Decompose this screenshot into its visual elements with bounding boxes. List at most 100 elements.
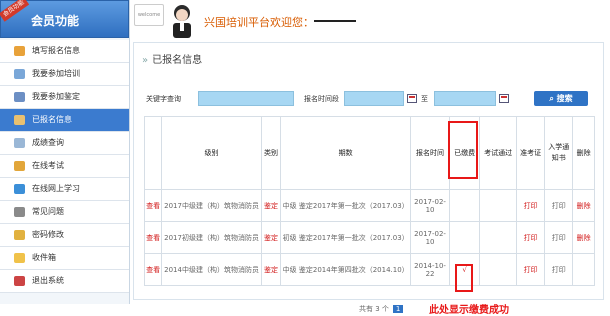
- payment-success-annotation: 此处显示缴费成功: [429, 305, 509, 316]
- col-category: 类别: [260, 116, 282, 190]
- time-cell: 2017-02-10: [410, 189, 451, 222]
- level-cell: 2014中级建（构）筑物消防员: [161, 253, 262, 286]
- sidebar-item-label: 退出系统: [32, 276, 64, 285]
- col-passed: 考试通过: [479, 116, 518, 190]
- welcome-text: 兴国培训平台欢迎您：: [204, 16, 314, 29]
- print-notice-link[interactable]: 打印: [544, 189, 574, 222]
- period-cell: 初级 鉴定2017年第一批次（2017.03）: [280, 221, 412, 254]
- table-row: 查看 2014中级建（构）筑物消防员 鉴定 中级 鉴定2014年第四批次（201…: [143, 253, 595, 286]
- paid-cell-highlight: [455, 264, 473, 292]
- sidebar-title: 会员功能: [31, 14, 80, 28]
- period-cell: 中级 鉴定2017年第一批次（2017.03）: [280, 189, 412, 222]
- level-cell: 2017中级建（构）筑物消防员: [161, 189, 262, 222]
- sidebar-item-join-appraisal[interactable]: 我要参加鉴定: [0, 86, 129, 109]
- delete-link[interactable]: 删除: [572, 189, 595, 222]
- top-bar: welcome 兴国培训平台欢迎您：: [131, 0, 610, 40]
- sidebar-item-inbox[interactable]: 收件箱: [0, 247, 129, 270]
- print-notice-link[interactable]: 打印: [544, 253, 574, 286]
- sidebar-item-label: 我要参加鉴定: [32, 92, 80, 101]
- col-admission-ticket: 准考证: [516, 116, 546, 190]
- sidebar-item-online-learning[interactable]: 在线网上学习: [0, 178, 129, 201]
- view-link[interactable]: 查看: [143, 189, 163, 222]
- period-cell: 中级 鉴定2014年第四批次（2014.10）: [280, 253, 412, 286]
- calendar-icon[interactable]: [499, 94, 509, 103]
- sidebar-item-faq[interactable]: 常见问题: [0, 201, 129, 224]
- paid-header-highlight: [448, 121, 478, 179]
- category-link[interactable]: 鉴定: [260, 189, 282, 222]
- table-row: 查看 2017初级建（构）筑物消防员 鉴定 初级 鉴定2017年第一批次（201…: [143, 221, 595, 254]
- sidebar-item-label: 我要参加培训: [32, 69, 80, 78]
- sidebar-item-fill-registration[interactable]: 填写报名信息: [0, 40, 129, 63]
- sidebar-item-label: 在线考试: [32, 161, 64, 170]
- time-cell: 2017-02-10: [410, 221, 451, 254]
- main-area: welcome 兴国培训平台欢迎您： » 已报名信息 关键字查询 报名时间段 至 …: [131, 0, 610, 316]
- passed-cell: [479, 253, 518, 286]
- sidebar-item-label: 成绩查询: [32, 138, 64, 147]
- registration-table: 级别 类别 期数 报名时间 已缴费 考试通过 准考证 入学通知书 删除 查看 2…: [143, 116, 595, 286]
- sidebar-item-change-password[interactable]: 密码修改: [0, 224, 129, 247]
- page-title-text: 已报名信息: [152, 55, 203, 66]
- view-link[interactable]: 查看: [143, 221, 163, 254]
- print-ticket-link[interactable]: 打印: [516, 189, 546, 222]
- registered-info-panel: » 已报名信息 关键字查询 报名时间段 至 ⌕ 搜索 级别 类别 期数 报名时间 …: [133, 42, 604, 316]
- page-1-button[interactable]: 1: [392, 305, 404, 313]
- page-title: » 已报名信息: [142, 51, 202, 66]
- folder-icon: [14, 161, 25, 171]
- sidebar-item-label: 密码修改: [32, 230, 64, 239]
- paid-cell: [449, 221, 481, 254]
- print-ticket-link[interactable]: 打印: [516, 221, 546, 254]
- level-cell: 2017初级建（构）筑物消防员: [161, 221, 262, 254]
- table-row: 查看 2017中级建（构）筑物消防员 鉴定 中级 鉴定2017年第一批次（201…: [143, 189, 595, 222]
- search-icon: ⌕: [549, 94, 557, 103]
- lightning-icon: [14, 184, 25, 194]
- sidebar-menu: 填写报名信息 我要参加培训 我要参加鉴定 已报名信息 成绩查询 在线考试 在线网…: [0, 38, 129, 293]
- category-link[interactable]: 鉴定: [260, 253, 282, 286]
- category-link[interactable]: 鉴定: [260, 221, 282, 254]
- sidebar-item-score-query[interactable]: 成绩查询: [0, 132, 129, 155]
- question-icon: [14, 207, 25, 217]
- col-time: 报名时间: [410, 116, 451, 190]
- sidebar-header: 会员功能 会员功能: [0, 0, 129, 38]
- print-ticket-link[interactable]: 打印: [516, 253, 546, 286]
- start-date-input[interactable]: [344, 91, 404, 106]
- col-view: [143, 116, 163, 190]
- sidebar-item-label: 填写报名信息: [32, 46, 80, 55]
- document-icon: [14, 69, 25, 79]
- sidebar-item-logout[interactable]: 退出系统: [0, 270, 129, 293]
- username-redacted: [314, 20, 356, 22]
- avatar: [173, 5, 191, 38]
- search-icon: [14, 138, 25, 148]
- delete-link[interactable]: [572, 253, 595, 286]
- passed-cell: [479, 189, 518, 222]
- sidebar-item-label: 已报名信息: [32, 115, 72, 124]
- col-delete: 删除: [572, 116, 595, 190]
- time-cell: 2014-10-22: [410, 253, 451, 286]
- passed-cell: [479, 221, 518, 254]
- end-date-input[interactable]: [434, 91, 496, 106]
- keyword-label: 关键字查询: [146, 95, 181, 103]
- col-admission-notice: 入学通知书: [544, 116, 574, 190]
- search-button[interactable]: ⌕ 搜索: [534, 91, 588, 106]
- pagination-total: 共有 3 个: [359, 305, 389, 313]
- exit-icon: [14, 276, 25, 286]
- to-label: 至: [421, 95, 428, 103]
- sidebar-item-label: 在线网上学习: [32, 184, 80, 193]
- delete-link[interactable]: 删除: [572, 221, 595, 254]
- sidebar-ribbon: 会员功能: [0, 0, 30, 22]
- table-header-row: 级别 类别 期数 报名时间 已缴费 考试通过 准考证 入学通知书 删除: [143, 116, 595, 190]
- double-chevron-icon: »: [142, 55, 149, 66]
- sidebar-item-label: 收件箱: [32, 253, 56, 262]
- col-level: 级别: [161, 116, 262, 190]
- pagination: 共有 3 个1: [359, 304, 404, 314]
- calendar-icon[interactable]: [407, 94, 417, 103]
- search-button-label: 搜索: [556, 94, 573, 103]
- sidebar-item-online-exam[interactable]: 在线考试: [0, 155, 129, 178]
- sidebar-item-registered-info[interactable]: 已报名信息: [0, 109, 129, 132]
- lock-icon: [14, 230, 25, 240]
- edit-icon: [14, 46, 25, 56]
- sidebar-item-join-training[interactable]: 我要参加培训: [0, 63, 129, 86]
- keyword-input[interactable]: [198, 91, 294, 106]
- print-notice-link[interactable]: 打印: [544, 221, 574, 254]
- view-link[interactable]: 查看: [143, 253, 163, 286]
- box-icon: [14, 115, 25, 125]
